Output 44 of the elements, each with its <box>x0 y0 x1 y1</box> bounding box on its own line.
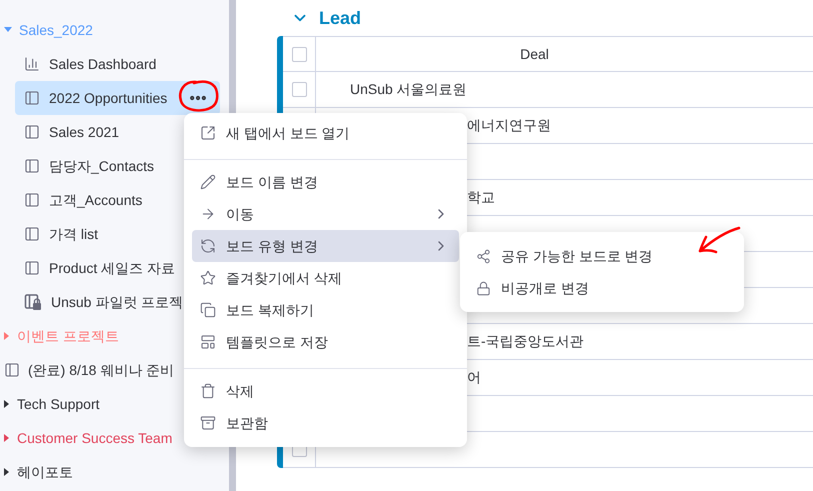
table-cell-text: UnSub 서울의료원 <box>350 80 467 99</box>
caret-right-icon[interactable] <box>4 400 10 408</box>
folder-label[interactable]: Tech Support <box>17 394 100 414</box>
external-link-icon <box>200 125 216 141</box>
arrow-right-icon <box>200 206 216 222</box>
folder-label[interactable]: 헤이포토 <box>17 462 73 482</box>
folder-label[interactable]: Customer Success Team <box>17 428 172 448</box>
annotation-arrow <box>696 225 742 255</box>
copy-icon <box>200 302 216 318</box>
board-icon <box>4 362 20 378</box>
menu-item[interactable]: 삭제 <box>192 375 459 407</box>
pencil-icon <box>200 174 216 190</box>
chart-icon <box>24 56 40 72</box>
trash-icon <box>200 383 216 399</box>
table-cell-text: 학교 <box>467 188 495 207</box>
sidebar-item[interactable]: Sales Dashboard <box>15 47 220 81</box>
caret-down-icon[interactable] <box>4 27 12 33</box>
group-title[interactable]: Lead <box>319 4 362 32</box>
checkbox[interactable] <box>292 82 306 97</box>
caret-right-icon[interactable] <box>4 468 10 476</box>
checkbox[interactable] <box>292 46 306 62</box>
locked-board-icon <box>24 293 42 311</box>
table-cell-text: 트-국립중앙도서관 <box>467 332 584 351</box>
board-icon <box>24 90 40 106</box>
menu-item[interactable]: 비공개로 변경 <box>468 272 736 304</box>
lock-icon <box>476 280 491 296</box>
sidebar-item[interactable]: 2022 Opportunities <box>15 81 220 115</box>
board-icon <box>24 192 40 208</box>
table-cell-text: 에너지연구원 <box>467 116 551 135</box>
share-icon <box>476 248 491 264</box>
menu-item[interactable]: 템플릿으로 저장 <box>192 326 459 358</box>
menu-item[interactable]: 보관함 <box>192 407 459 439</box>
table-cell-text: 어 <box>467 368 481 387</box>
refresh-icon <box>200 238 216 254</box>
archive-icon <box>200 415 216 431</box>
board-icon <box>24 260 40 276</box>
board-icon <box>24 226 40 242</box>
menu-item[interactable]: 보드 유형 변경 <box>192 230 459 262</box>
template-icon <box>200 334 216 350</box>
board-icon <box>24 158 40 174</box>
star-icon <box>200 270 216 286</box>
menu-item[interactable]: 공유 가능한 보드로 변경 <box>468 240 736 272</box>
column-header[interactable]: Deal <box>520 44 609 64</box>
board-icon <box>24 124 40 140</box>
